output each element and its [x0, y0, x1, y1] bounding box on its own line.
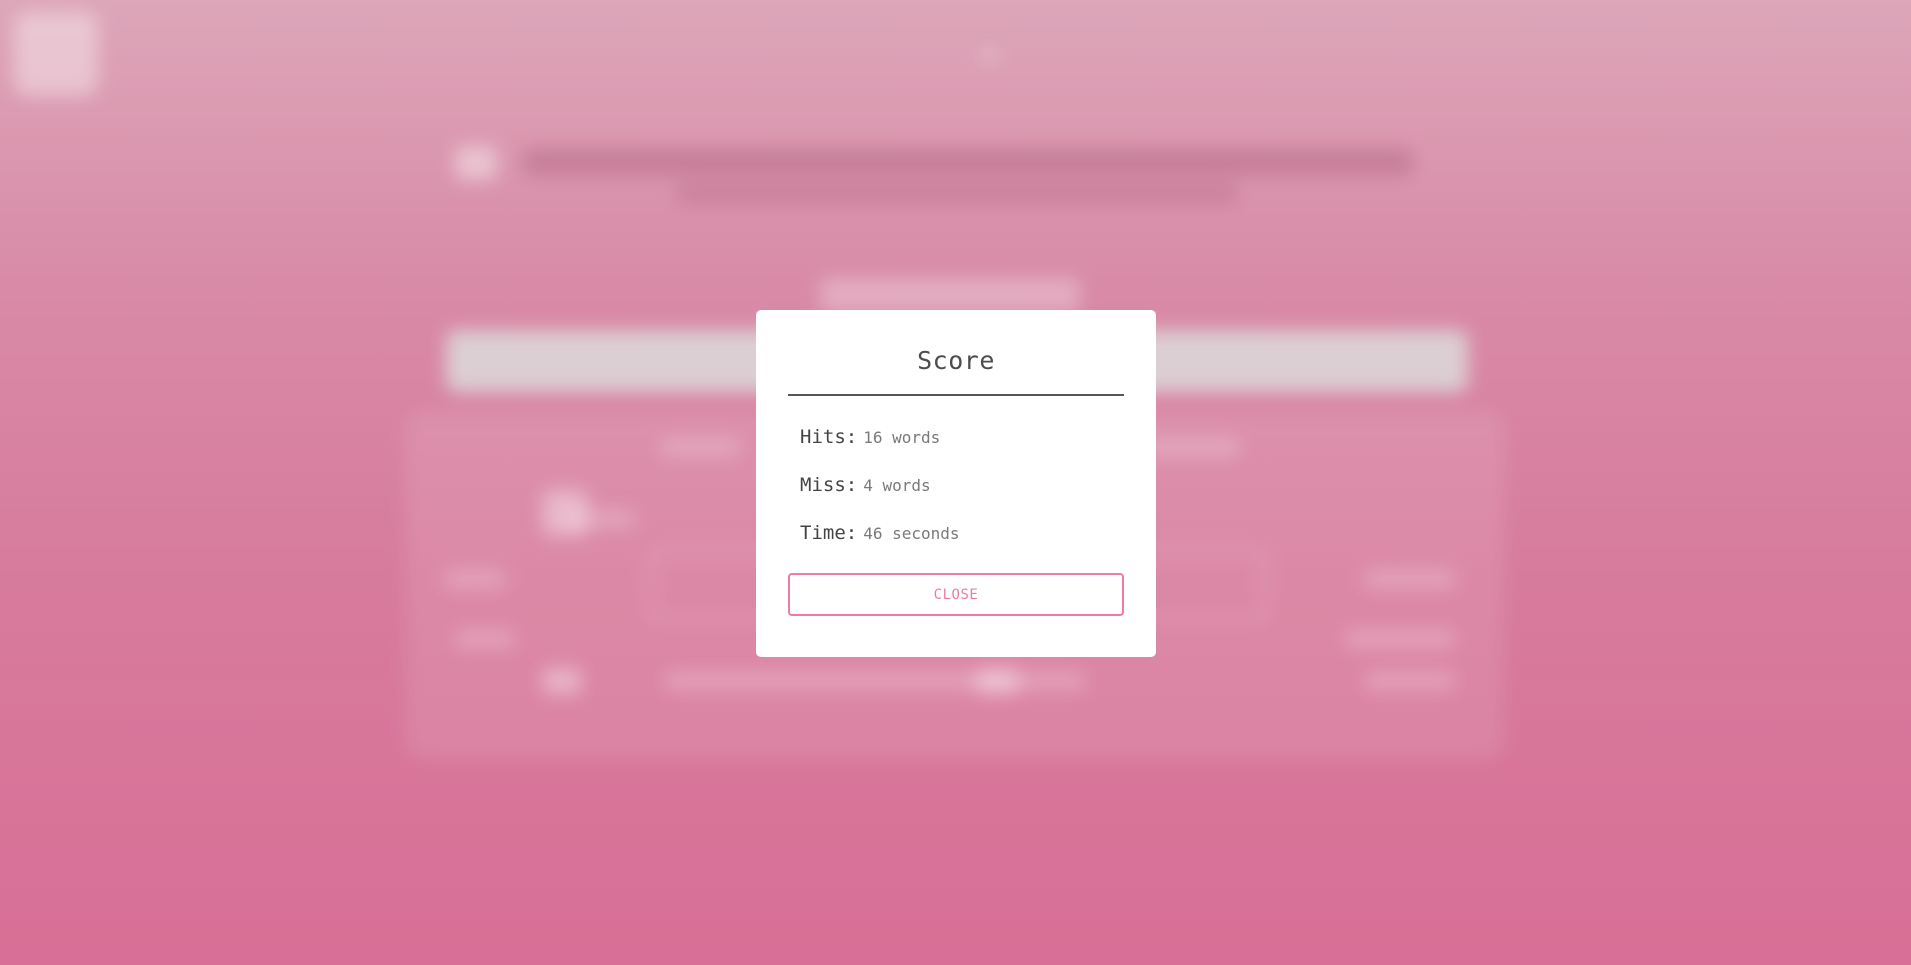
- score-modal: Score Hits: 16 words Miss: 4 words Time: 46…: [756, 310, 1156, 657]
- miss-label: Miss:: [800, 474, 858, 496]
- hits-label: Hits:: [800, 426, 858, 448]
- time-value: 46 seconds: [863, 524, 960, 543]
- modal-title: Score: [917, 346, 995, 375]
- hits-value: 16 words: [863, 428, 941, 447]
- modal-divider: [788, 394, 1124, 396]
- miss-stat: Miss: 4 words: [800, 461, 1124, 509]
- time-label: Time:: [800, 522, 858, 544]
- modal-overlay: Score Hits: 16 words Miss: 4 words Time: 46…: [0, 0, 1911, 965]
- score-stats: Hits: 16 words Miss: 4 words Time: 46 secon…: [788, 413, 1124, 557]
- time-stat: Time: 46 seconds: [800, 509, 1124, 557]
- hits-stat: Hits: 16 words: [800, 413, 1124, 461]
- miss-value: 4 words: [863, 476, 931, 495]
- close-button[interactable]: CLOSE: [788, 573, 1124, 616]
